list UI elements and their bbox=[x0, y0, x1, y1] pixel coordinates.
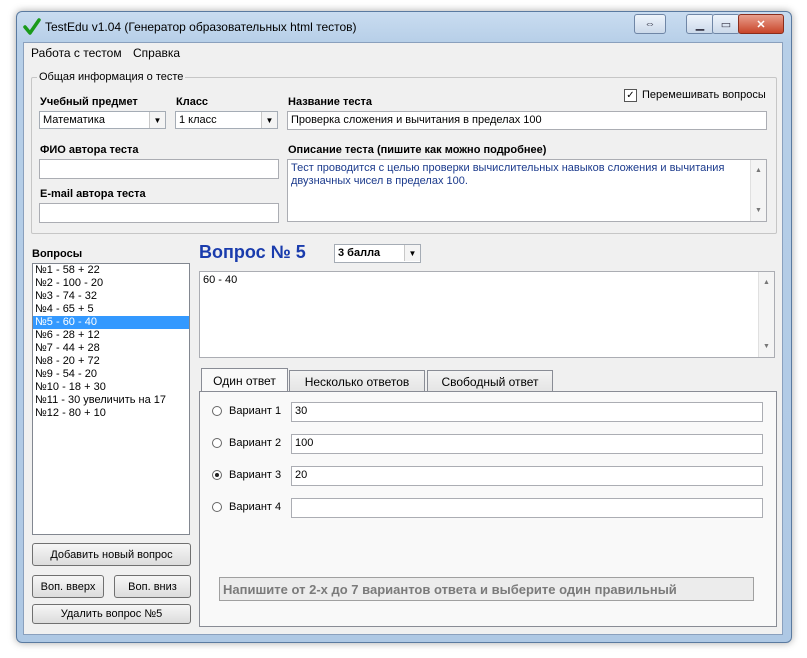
tab-multiple-answers[interactable]: Несколько ответов bbox=[289, 370, 425, 392]
author-label: ФИО автора теста bbox=[40, 144, 139, 156]
delete-question-button[interactable]: Удалить вопрос №5 bbox=[32, 604, 191, 624]
list-item[interactable]: №8 - 20 + 72 bbox=[33, 355, 189, 368]
chevron-down-icon[interactable]: ▼ bbox=[261, 112, 277, 128]
scroll-up-icon[interactable]: ▲ bbox=[763, 276, 770, 289]
points-select[interactable]: 3 балла ▼ bbox=[334, 244, 421, 263]
description-scrollbar[interactable]: ▲ ▼ bbox=[750, 160, 766, 221]
answer-radio[interactable] bbox=[212, 406, 222, 416]
class-select[interactable]: 1 класс ▼ bbox=[175, 111, 278, 129]
list-item[interactable]: №3 - 74 - 32 bbox=[33, 290, 189, 303]
scroll-up-icon[interactable]: ▲ bbox=[755, 164, 762, 177]
class-label: Класс bbox=[176, 96, 209, 108]
subject-value: Математика bbox=[43, 114, 105, 126]
scroll-down-icon[interactable]: ▼ bbox=[755, 204, 762, 217]
answer-input[interactable]: 20 bbox=[291, 466, 763, 486]
answer-radio[interactable] bbox=[212, 438, 222, 448]
move-up-button[interactable]: Воп. вверх bbox=[32, 575, 104, 598]
scroll-down-icon[interactable]: ▼ bbox=[763, 340, 770, 353]
question-title: Вопрос № 5 bbox=[199, 242, 306, 262]
menu-test[interactable]: Работа с тестом bbox=[31, 46, 122, 60]
class-value: 1 класс bbox=[179, 114, 217, 126]
list-item[interactable]: №9 - 54 - 20 bbox=[33, 368, 189, 381]
checkmark-app-icon bbox=[23, 18, 41, 35]
info-legend: Общая информация о тесте bbox=[37, 71, 186, 83]
answer-input[interactable] bbox=[291, 498, 763, 518]
list-item[interactable]: №2 - 100 - 20 bbox=[33, 277, 189, 290]
shuffle-label: Перемешивать вопросы bbox=[642, 89, 766, 101]
list-item[interactable]: №5 - 60 - 40 bbox=[33, 316, 189, 329]
questions-list[interactable]: №1 - 58 + 22 №2 - 100 - 20 №3 - 74 - 32 №4 … bbox=[32, 263, 190, 535]
questions-label: Вопросы bbox=[32, 248, 83, 260]
move-down-button[interactable]: Воп. вниз bbox=[114, 575, 191, 598]
answer-label: Вариант 4 bbox=[229, 501, 282, 513]
tab-single-answer[interactable]: Один ответ bbox=[201, 368, 288, 392]
list-item[interactable]: №1 - 58 + 22 bbox=[33, 264, 189, 277]
list-item[interactable]: №11 - 30 увеличить на 17 bbox=[33, 394, 189, 407]
answer-label: Вариант 1 bbox=[229, 405, 282, 417]
subject-label: Учебный предмет bbox=[40, 96, 138, 108]
chevron-down-icon[interactable]: ▼ bbox=[149, 112, 165, 128]
answer-input[interactable]: 30 bbox=[291, 402, 763, 422]
list-item[interactable]: №7 - 44 + 28 bbox=[33, 342, 189, 355]
menu-help[interactable]: Справка bbox=[133, 46, 180, 60]
points-value: 3 балла bbox=[338, 247, 381, 259]
description-value: Тест проводится с целью проверки вычисли… bbox=[291, 162, 725, 187]
question-scrollbar[interactable]: ▲ ▼ bbox=[758, 272, 774, 357]
maximize-button[interactable]: ▭ bbox=[712, 14, 740, 34]
list-item[interactable]: №4 - 65 + 5 bbox=[33, 303, 189, 316]
test-name-input[interactable]: Проверка сложения и вычитания в пределах… bbox=[287, 111, 767, 130]
add-question-button[interactable]: Добавить новый вопрос bbox=[32, 543, 191, 566]
menu-bar: Работа с тестом Справка bbox=[24, 43, 782, 63]
hint-text: Напишите от 2-х до 7 вариантов ответа и … bbox=[219, 577, 754, 601]
test-name-label: Название теста bbox=[288, 96, 372, 108]
answer-label: Вариант 3 bbox=[229, 469, 282, 481]
minimize-button[interactable]: ▁ bbox=[686, 14, 714, 34]
answer-value: 100 bbox=[295, 437, 314, 449]
shuffle-checkbox[interactable]: ✓ bbox=[624, 89, 637, 102]
close-button[interactable]: ✕ bbox=[738, 14, 784, 34]
email-input[interactable] bbox=[39, 203, 279, 223]
description-textarea[interactable]: Тест проводится с целью проверки вычисли… bbox=[287, 159, 767, 222]
list-item[interactable]: №10 - 18 + 30 bbox=[33, 381, 189, 394]
desc-label: Описание теста (пишите как можно подробн… bbox=[288, 144, 547, 156]
answer-input[interactable]: 100 bbox=[291, 434, 763, 454]
window-title: TestEdu v1.04 (Генератор образовательных… bbox=[45, 20, 357, 34]
author-input[interactable] bbox=[39, 159, 279, 179]
question-text: 60 - 40 bbox=[203, 274, 238, 286]
question-textarea[interactable]: 60 - 40 ▲ ▼ bbox=[199, 271, 775, 358]
list-item[interactable]: №6 - 28 + 12 bbox=[33, 329, 189, 342]
answer-label: Вариант 2 bbox=[229, 437, 282, 449]
answer-value: 20 bbox=[295, 469, 308, 481]
answer-value: 30 bbox=[295, 405, 308, 417]
subject-select[interactable]: Математика ▼ bbox=[39, 111, 166, 129]
answer-radio[interactable] bbox=[212, 470, 222, 480]
back-arrows-icon[interactable]: ⇔ bbox=[634, 14, 666, 34]
answer-radio[interactable] bbox=[212, 502, 222, 512]
title-bar[interactable]: TestEdu v1.04 (Генератор образовательных… bbox=[17, 12, 791, 44]
chevron-down-icon[interactable]: ▼ bbox=[404, 245, 420, 261]
tab-free-answer[interactable]: Свободный ответ bbox=[427, 370, 553, 392]
email-label: E-mail автора теста bbox=[40, 188, 146, 200]
list-item[interactable]: №12 - 80 + 10 bbox=[33, 407, 189, 420]
test-name-value: Проверка сложения и вычитания в пределах… bbox=[291, 114, 542, 126]
